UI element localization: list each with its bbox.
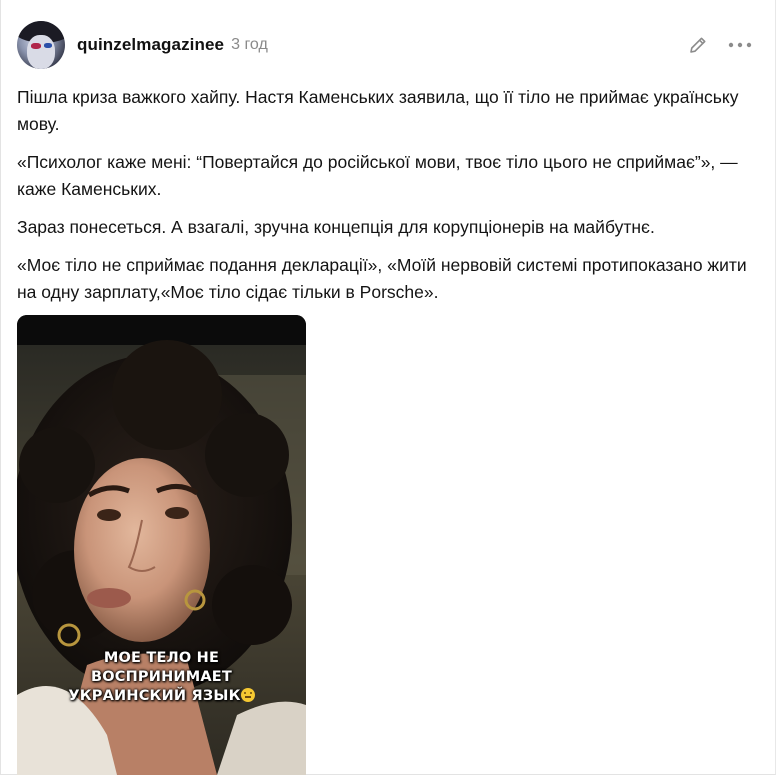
post-paragraph: Зараз понесеться. А взагалі, зручна конц… <box>17 217 655 237</box>
caption-line-text: ВОСПРИНИМАЕТ <box>90 669 233 685</box>
video-frame <box>17 315 306 775</box>
avatar-face <box>27 35 55 69</box>
caption-line: МОЕ ТЕЛО НЕ <box>103 650 220 666</box>
post-body: Пішла криза важкого хайпу. Настя Каменсь… <box>17 84 757 317</box>
pencil-icon[interactable] <box>683 32 713 58</box>
post-card: quinzelmagazinee 3 год Пішла криза важко… <box>0 0 776 775</box>
post-actions <box>683 32 755 58</box>
avatar[interactable] <box>17 21 65 69</box>
post-paragraph: Пішла криза важкого хайпу. Настя Каменсь… <box>17 87 739 134</box>
post-time[interactable]: 3 год <box>231 36 268 54</box>
author-name[interactable]: quinzelmagazinee <box>77 35 224 55</box>
caption-line: УКРАИНСКИЙ ЯЗЫК <box>17 687 306 706</box>
video-player[interactable]: МОЕ ТЕЛО НЕ ВОСПРИНИМАЕТ УКРАИНСКИЙ ЯЗЫК <box>17 315 306 775</box>
slight-smile-emoji-icon <box>240 688 255 702</box>
caption-line: ВОСПРИНИМАЕТ <box>17 668 306 687</box>
avatar-makeup-right <box>44 43 52 48</box>
video-caption: МОЕ ТЕЛО НЕ ВОСПРИНИМАЕТ УКРАИНСКИЙ ЯЗЫК <box>17 649 306 706</box>
post-paragraph: «Моє тіло не сприймає подання декларації… <box>17 255 747 302</box>
post-paragraph: «Психолог каже мені: “Повертайся до росі… <box>17 152 738 199</box>
more-horizontal-icon[interactable] <box>725 32 755 58</box>
caption-line-text: УКРАИНСКИЙ ЯЗЫК <box>68 688 241 704</box>
post-header: quinzelmagazinee 3 год <box>17 20 268 70</box>
avatar-makeup-left <box>31 43 41 49</box>
